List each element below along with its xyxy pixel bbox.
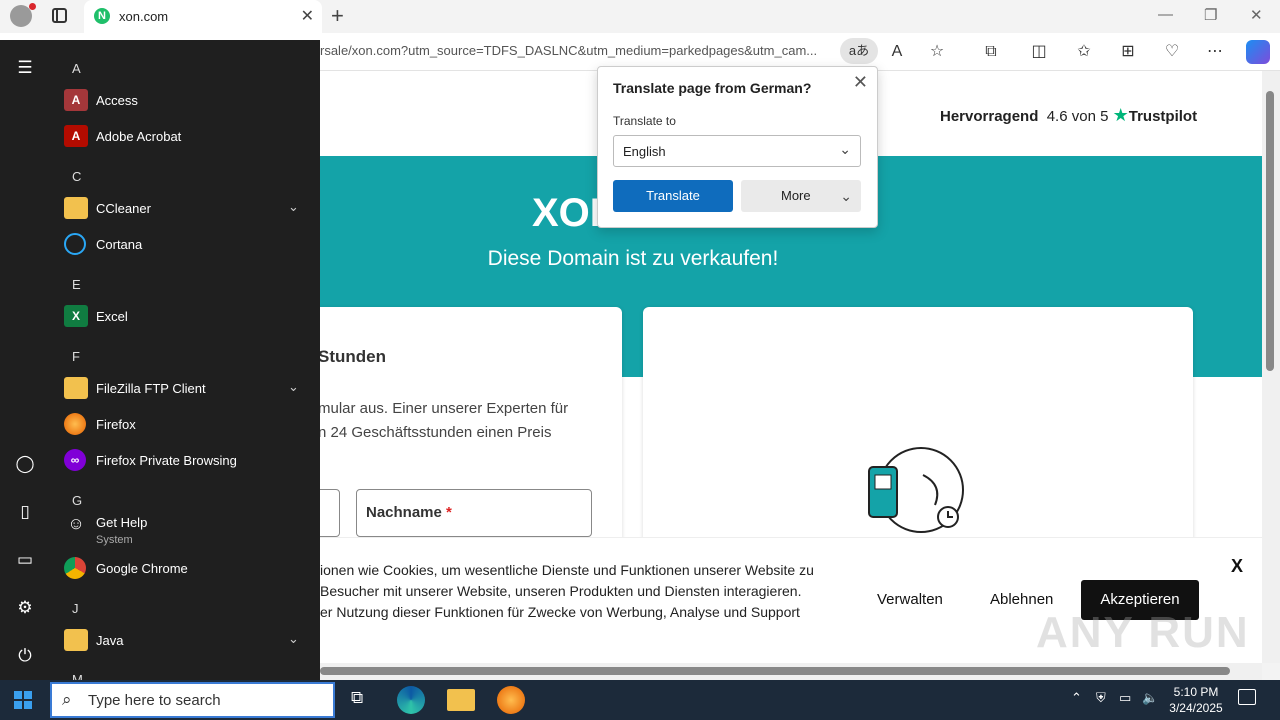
favorite-star-icon[interactable]: ☆: [926, 41, 948, 63]
folder-icon: [64, 377, 88, 399]
pictures-icon[interactable]: ▭: [12, 547, 38, 573]
taskbar: ⌕ Type here to search ⧉ ⌃ ⛨ ▭ 🔈 5:10 PM …: [0, 680, 1280, 720]
phone-clock-illustration-icon: [868, 447, 964, 533]
translate-icon[interactable]: aあ: [840, 38, 878, 64]
letter-heading[interactable]: E: [72, 277, 81, 292]
firefox-icon[interactable]: [497, 686, 525, 714]
xon-favicon-icon: N: [94, 8, 110, 24]
task-view-icon[interactable]: ⧉: [351, 688, 363, 708]
excel-icon: X: [64, 305, 88, 327]
chevron-down-icon: ⌄: [840, 188, 852, 204]
letter-heading[interactable]: A: [72, 61, 81, 76]
security-icon[interactable]: ⛨: [1096, 690, 1106, 706]
browser-tab[interactable]: N xon.com ✕: [84, 0, 322, 33]
search-icon: ⌕: [62, 690, 72, 709]
letter-heading[interactable]: F: [72, 349, 80, 364]
tab-actions-icon[interactable]: [52, 8, 67, 23]
split-screen-icon[interactable]: ◫: [1028, 41, 1050, 63]
popup-title: Translate page from German?: [613, 80, 812, 96]
trustpilot-star-icon: ★: [1112, 105, 1129, 125]
card-text: mular aus. Einer unserer Experten für n …: [320, 400, 569, 441]
collections-icon[interactable]: ⊞: [1117, 41, 1139, 63]
chevron-down-icon: ⌄: [288, 199, 299, 214]
app-cortana[interactable]: Cortana: [62, 227, 312, 263]
card-heading: Stunden: [320, 347, 386, 366]
cortana-icon: [64, 233, 86, 255]
letter-heading[interactable]: C: [72, 169, 81, 184]
app-firefox[interactable]: Firefox: [62, 407, 312, 443]
power-icon[interactable]: ⏻: [12, 643, 38, 669]
user-account-icon[interactable]: ◯: [12, 451, 38, 477]
letter-heading[interactable]: G: [72, 493, 82, 508]
more-button[interactable]: More ⌄: [741, 180, 861, 212]
letter-heading[interactable]: J: [72, 601, 79, 616]
new-tab-icon[interactable]: +: [331, 3, 344, 29]
extensions-icon[interactable]: ⧉: [980, 41, 1002, 63]
hero-tagline: Diese Domain ist zu verkaufen!: [487, 247, 779, 270]
restore-icon[interactable]: ❐: [1204, 6, 1217, 24]
app-google-chrome[interactable]: Google Chrome: [62, 551, 312, 587]
anyrun-watermark: ANY RUN: [1036, 608, 1250, 657]
popup-close-icon[interactable]: ✕: [853, 72, 868, 93]
favorites-icon[interactable]: ✩: [1073, 41, 1095, 63]
volume-icon[interactable]: 🔈: [1142, 690, 1158, 706]
copilot-icon[interactable]: [1246, 40, 1270, 64]
app-firefox-private[interactable]: ∞ Firefox Private Browsing: [62, 443, 312, 479]
trustpilot-rating: Hervorragend 4.6 von 5 ★Trustpilot: [940, 105, 1198, 125]
network-icon[interactable]: ▭: [1119, 690, 1131, 706]
vertical-scrollbar[interactable]: [1262, 71, 1280, 663]
translate-to-label: Translate to: [613, 114, 676, 128]
acrobat-icon: A: [64, 125, 88, 147]
start-menu: ☰ ◯ ▯ ▭ ⚙ ⏻ A A Access A Adobe Acrobat C…: [0, 40, 320, 687]
file-explorer-icon[interactable]: [447, 689, 475, 711]
close-window-icon[interactable]: ✕: [1250, 6, 1263, 24]
read-aloud-icon[interactable]: A: [886, 41, 908, 63]
chevron-down-icon: ⌄: [288, 631, 299, 646]
settings-gear-icon[interactable]: ⚙: [12, 595, 38, 621]
cookie-text: ionen wie Cookies, um wesentliche Dienst…: [320, 562, 814, 620]
system-clock[interactable]: 5:10 PM 3/24/2025: [1165, 684, 1227, 716]
show-hidden-icons-icon[interactable]: ⌃: [1071, 690, 1082, 706]
translate-popup: Translate page from German? ✕ Translate …: [597, 66, 878, 228]
chrome-icon: [64, 557, 86, 579]
help-icon: ☺: [67, 514, 85, 533]
tab-close-icon[interactable]: ✕: [301, 6, 314, 26]
hamburger-menu-icon[interactable]: ☰: [12, 55, 38, 81]
settings-more-icon[interactable]: ⋯: [1204, 41, 1226, 63]
profile-avatar-icon[interactable]: [10, 3, 36, 27]
manage-cookies-button[interactable]: Verwalten: [877, 580, 943, 620]
firefox-private-icon: ∞: [64, 449, 86, 471]
firstname-field[interactable]: [320, 489, 340, 537]
app-access[interactable]: A Access: [62, 83, 312, 119]
app-ccleaner[interactable]: CCleaner ⌄: [62, 191, 312, 227]
windows-start-icon[interactable]: [14, 691, 32, 709]
app-filezilla[interactable]: FileZilla FTP Client ⌄: [62, 371, 312, 407]
url-text[interactable]: rsale/xon.com?utm_source=TDFS_DASLNC&utm…: [320, 43, 817, 58]
app-excel[interactable]: X Excel: [62, 299, 312, 335]
access-icon: A: [64, 89, 88, 111]
lastname-field[interactable]: Nachname *: [356, 489, 592, 537]
language-select[interactable]: English ⌄: [613, 135, 861, 167]
firefox-icon: [64, 413, 86, 435]
translate-button[interactable]: Translate: [613, 180, 733, 212]
tab-title: xon.com: [119, 9, 169, 24]
taskbar-search-input[interactable]: ⌕ Type here to search: [50, 682, 335, 718]
horizontal-scrollbar[interactable]: [320, 663, 1262, 680]
chevron-down-icon: ⌄: [839, 141, 851, 157]
cookie-close-icon[interactable]: X: [1231, 556, 1243, 577]
documents-icon[interactable]: ▯: [12, 499, 38, 525]
app-get-help[interactable]: ☺ Get Help System: [62, 507, 312, 551]
notification-icon[interactable]: [1238, 689, 1256, 705]
tab-strip: N xon.com ✕ + — ❐ ✕: [0, 0, 1280, 33]
chevron-down-icon: ⌄: [288, 379, 299, 394]
app-adobe-acrobat[interactable]: A Adobe Acrobat: [62, 119, 312, 155]
edge-icon[interactable]: [397, 686, 425, 714]
minimize-icon[interactable]: —: [1158, 6, 1173, 23]
app-java[interactable]: Java ⌄: [62, 623, 312, 659]
performance-icon[interactable]: ♡: [1161, 41, 1183, 63]
folder-icon: [64, 629, 88, 651]
folder-icon: [64, 197, 88, 219]
